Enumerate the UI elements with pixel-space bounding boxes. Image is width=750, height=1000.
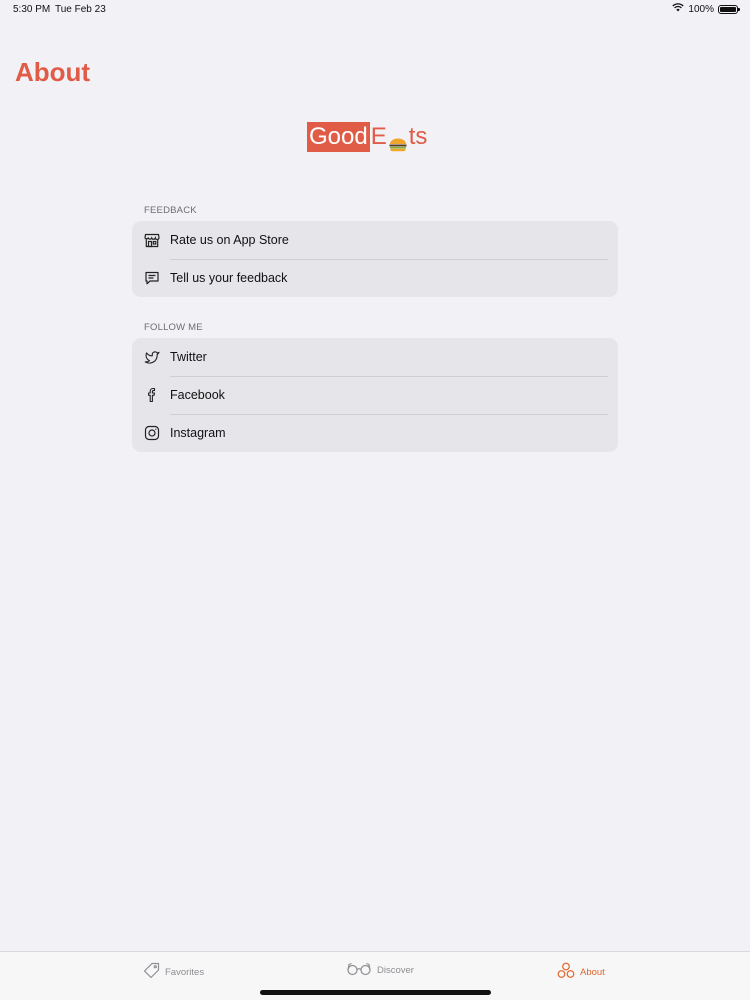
instagram-icon [144, 425, 160, 441]
logo-letters-ts: ts [408, 123, 428, 150]
chat-bubble-icon [144, 270, 160, 286]
status-date: Tue Feb 23 [55, 4, 106, 15]
logo-letter-e: E [370, 123, 387, 150]
battery-icon [718, 4, 740, 14]
tab-favorites-label: Favorites [165, 966, 205, 978]
tab-about[interactable]: About [557, 962, 605, 982]
store-icon [144, 232, 160, 248]
wifi-icon [672, 3, 685, 15]
instagram-row[interactable]: Instagram [132, 414, 618, 452]
twitter-row[interactable]: Twitter [132, 338, 618, 376]
logo-part-good: Good [307, 122, 370, 152]
status-right: 100% [672, 3, 740, 15]
tab-discover-label: Discover [377, 965, 414, 976]
app-logo: Good E ts [307, 122, 427, 152]
tab-about-label: About [580, 966, 605, 978]
status-bar: 5:30 PM Tue Feb 23 100% [0, 0, 750, 20]
twitter-label: Twitter [170, 350, 207, 364]
facebook-row[interactable]: Facebook [132, 376, 618, 414]
home-indicator [260, 990, 491, 995]
follow-group: Twitter Facebook Instagram [132, 338, 618, 452]
feedback-group: Rate us on App Store Tell us your feedba… [132, 221, 618, 297]
page-title: About [15, 57, 91, 87]
tab-favorites[interactable]: Favorites [143, 962, 204, 982]
status-time: 5:30 PM [13, 4, 51, 15]
tag-icon [143, 962, 160, 982]
rate-app-store-label: Rate us on App Store [170, 233, 289, 247]
logo-part-eats: E ts [370, 122, 428, 152]
section-header-follow: FOLLOW ME [144, 322, 203, 333]
burger-icon [388, 130, 408, 152]
twitter-icon [144, 349, 160, 365]
tab-discover[interactable]: Discover [346, 962, 414, 979]
feedback-row[interactable]: Tell us your feedback [132, 259, 618, 297]
facebook-label: Facebook [170, 388, 225, 402]
battery-percent: 100% [688, 3, 714, 15]
section-header-feedback: FEEDBACK [144, 205, 197, 216]
feedback-label: Tell us your feedback [170, 271, 288, 285]
facebook-icon [144, 387, 160, 403]
rate-app-store-row[interactable]: Rate us on App Store [132, 221, 618, 259]
glasses-icon [346, 962, 372, 979]
instagram-label: Instagram [170, 426, 226, 440]
circles-icon [557, 962, 575, 982]
